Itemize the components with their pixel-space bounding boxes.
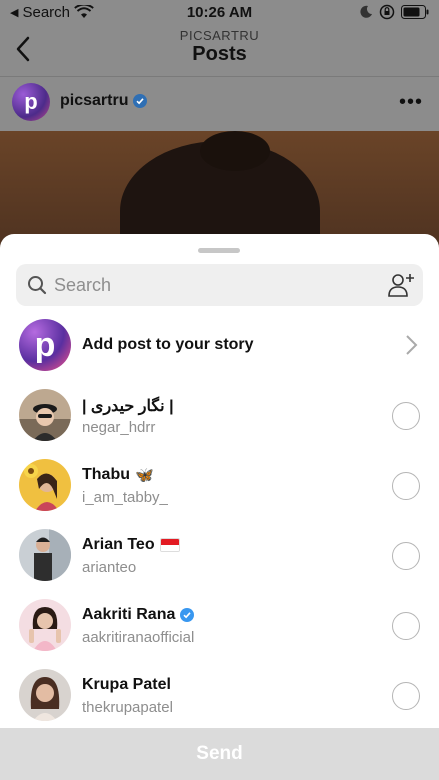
contact-handle: aakritiranaofficial: [82, 629, 195, 646]
more-icon[interactable]: •••: [399, 91, 423, 114]
select-radio[interactable]: [392, 472, 420, 500]
status-time: 10:26 AM: [186, 3, 253, 21]
select-radio[interactable]: [392, 402, 420, 430]
contact-name: Arian Teo: [82, 536, 155, 553]
select-radio[interactable]: [392, 612, 420, 640]
contact-name: | نگار حیدری |: [82, 398, 174, 415]
send-bar: Send: [0, 728, 439, 780]
search-bar: [16, 264, 423, 306]
post-image: [0, 131, 439, 251]
contact-name: Aakriti Rana: [82, 606, 176, 623]
select-radio[interactable]: [392, 542, 420, 570]
wifi-icon: [74, 5, 94, 18]
flag-icon: [159, 538, 180, 552]
list-item[interactable]: Aakriti Rana aakritiranaofficial: [0, 590, 439, 660]
list-item[interactable]: Arian Teo arianteo: [0, 520, 439, 590]
navigation-header: PICSARTRU Posts: [0, 24, 439, 76]
back-to-app-icon[interactable]: ◀: [10, 6, 18, 19]
post-avatar[interactable]: p: [12, 83, 50, 121]
contact-handle: i_am_tabby_: [82, 489, 168, 506]
status-bar: ◀ Search 10:26 AM: [0, 0, 439, 24]
butterfly-emoji: 🦋: [135, 467, 154, 484]
add-people-icon[interactable]: [387, 272, 415, 298]
list-item[interactable]: Krupa Patel thekrupapatel: [0, 660, 439, 730]
lock-rotation-icon: [379, 4, 395, 20]
avatar: [19, 669, 71, 721]
select-radio[interactable]: [392, 682, 420, 710]
contact-name: Thabu: [82, 466, 130, 483]
verified-badge-icon: [133, 94, 148, 108]
list-item[interactable]: Thabu 🦋 i_am_tabby_: [0, 450, 439, 520]
moon-icon: [360, 5, 372, 18]
sheet-drag-handle[interactable]: [198, 248, 240, 253]
page-title: Posts: [192, 43, 247, 65]
avatar: [19, 389, 71, 441]
verified-badge-icon: [180, 608, 195, 622]
battery-icon: [401, 5, 429, 19]
contact-handle: arianteo: [82, 559, 137, 576]
post-image-bun: [200, 131, 270, 171]
add-to-story-label: Add post to your story: [82, 336, 254, 353]
avatar: [19, 599, 71, 651]
back-to-app-label[interactable]: Search: [22, 4, 70, 21]
post-header: p picsartru •••: [0, 77, 439, 131]
story-avatar: p: [19, 319, 71, 371]
search-input[interactable]: [54, 264, 374, 306]
search-icon: [28, 276, 47, 295]
header-subtitle: PICSARTRU: [179, 28, 260, 43]
send-button[interactable]: Send: [196, 743, 242, 765]
contact-handle: negar_hdrr: [82, 419, 156, 436]
chevron-right-icon: [406, 335, 418, 355]
avatar: [19, 529, 71, 581]
avatar: [19, 459, 71, 511]
contact-name: Krupa Patel: [82, 676, 171, 693]
list-item[interactable]: | نگار حیدری | negar_hdrr: [0, 380, 439, 450]
share-sheet: p Add post to your story | نگار حیدری | …: [0, 234, 439, 780]
post-username[interactable]: picsartru: [60, 92, 128, 110]
contact-handle: thekrupapatel: [82, 699, 173, 716]
